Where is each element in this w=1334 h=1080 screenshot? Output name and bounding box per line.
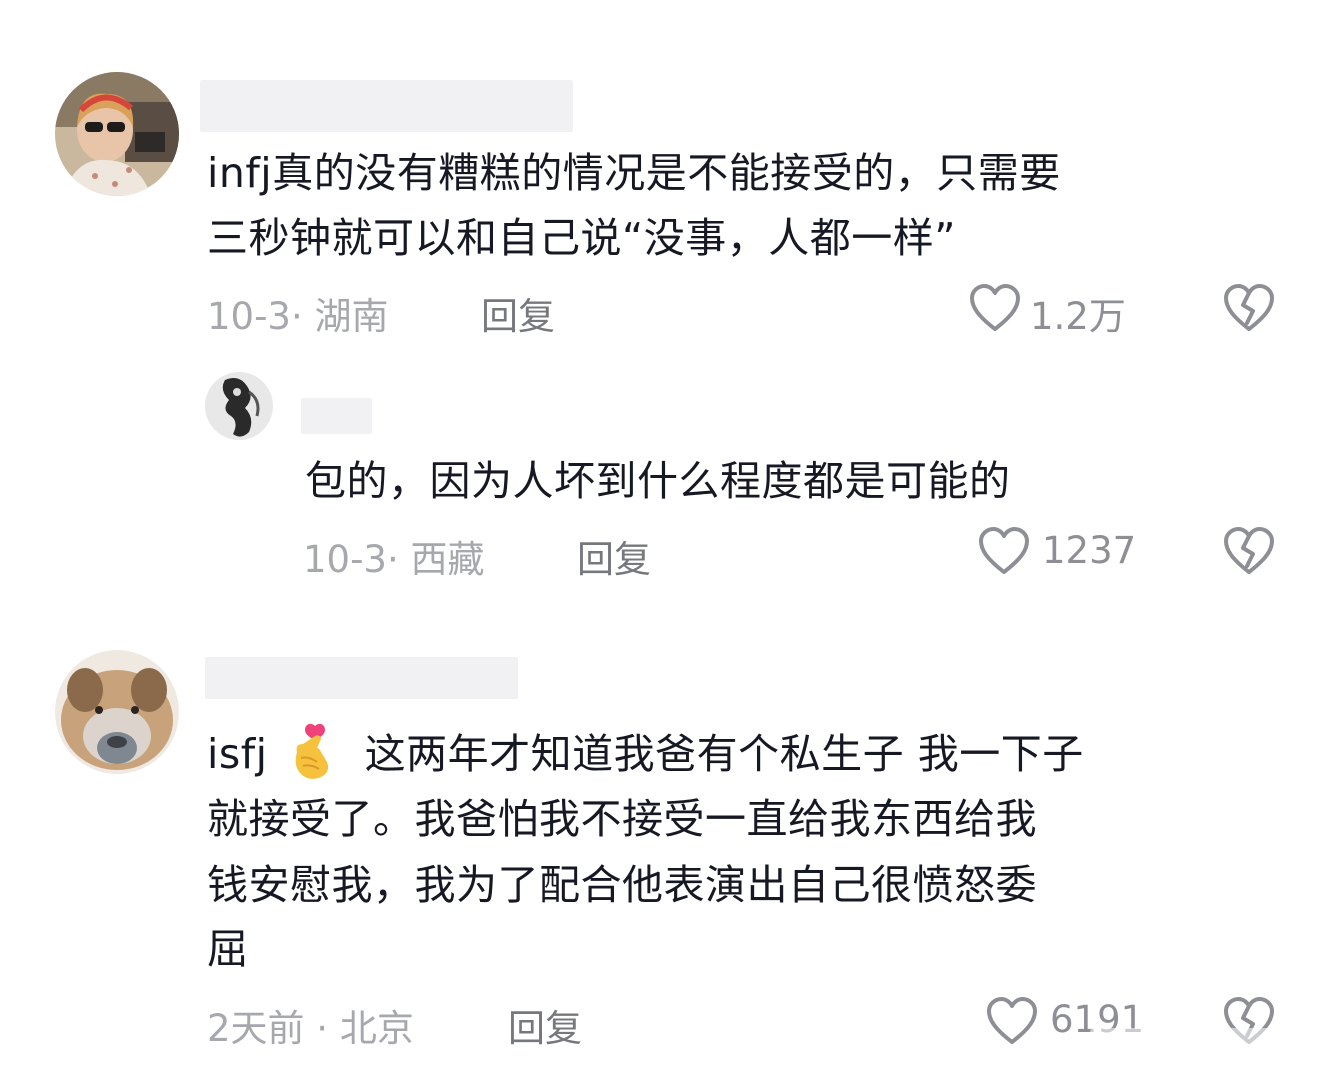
comment-text-line: 钱安慰我，我为了配合他表演出自己很愤怒委 [207, 861, 1037, 909]
reply-button[interactable]: 回复 [508, 998, 582, 1052]
heart-outline-icon[interactable] [968, 283, 1022, 333]
reply-text-line: 包的，因为人坏到什么程度都是可能的 [305, 457, 1011, 505]
comment-date-location: 10-3· 湖南 [207, 295, 389, 338]
comment-text-line: infj真的没有糟糕的情况是不能接受的，只需要 [207, 149, 1061, 197]
heart-outline-icon[interactable] [985, 996, 1039, 1046]
comment-text-line-content: 这两年才知道我爸有个私生子 我一下子 [364, 730, 1084, 778]
comment-text-line: 屈 [207, 925, 249, 973]
comment-date-location: 2天前 · 北京 [207, 1007, 414, 1050]
comment-date-location: 10-3· 西藏 [303, 538, 485, 581]
like-count: 1.2万 [1030, 295, 1126, 338]
avatar[interactable] [55, 72, 179, 196]
broken-heart-icon[interactable] [1222, 526, 1276, 576]
username-redacted[interactable] [301, 398, 372, 434]
comment-text-line: isfj 这两年才知道我爸有个私生子 我一下子 [207, 722, 1084, 785]
avatar[interactable] [205, 372, 273, 440]
username-redacted[interactable] [205, 657, 518, 699]
avatar[interactable] [55, 650, 179, 774]
comment-text-prefix: isfj [207, 730, 268, 778]
comment-text-line: 三秒钟就可以和自己说“没事，人都一样” [207, 214, 956, 262]
heart-outline-icon[interactable] [977, 526, 1031, 576]
comment-text-line: 就接受了。我爸怕我不接受一直给我东西给我 [207, 795, 1037, 843]
reply-button[interactable]: 回复 [577, 529, 651, 583]
username-redacted[interactable] [200, 80, 573, 132]
like-count: 1237 [1042, 529, 1137, 572]
finger-heart-emoji-icon [287, 722, 337, 780]
watermark [1090, 1028, 1320, 1068]
reply-button[interactable]: 回复 [481, 286, 555, 340]
broken-heart-icon[interactable] [1222, 283, 1276, 333]
